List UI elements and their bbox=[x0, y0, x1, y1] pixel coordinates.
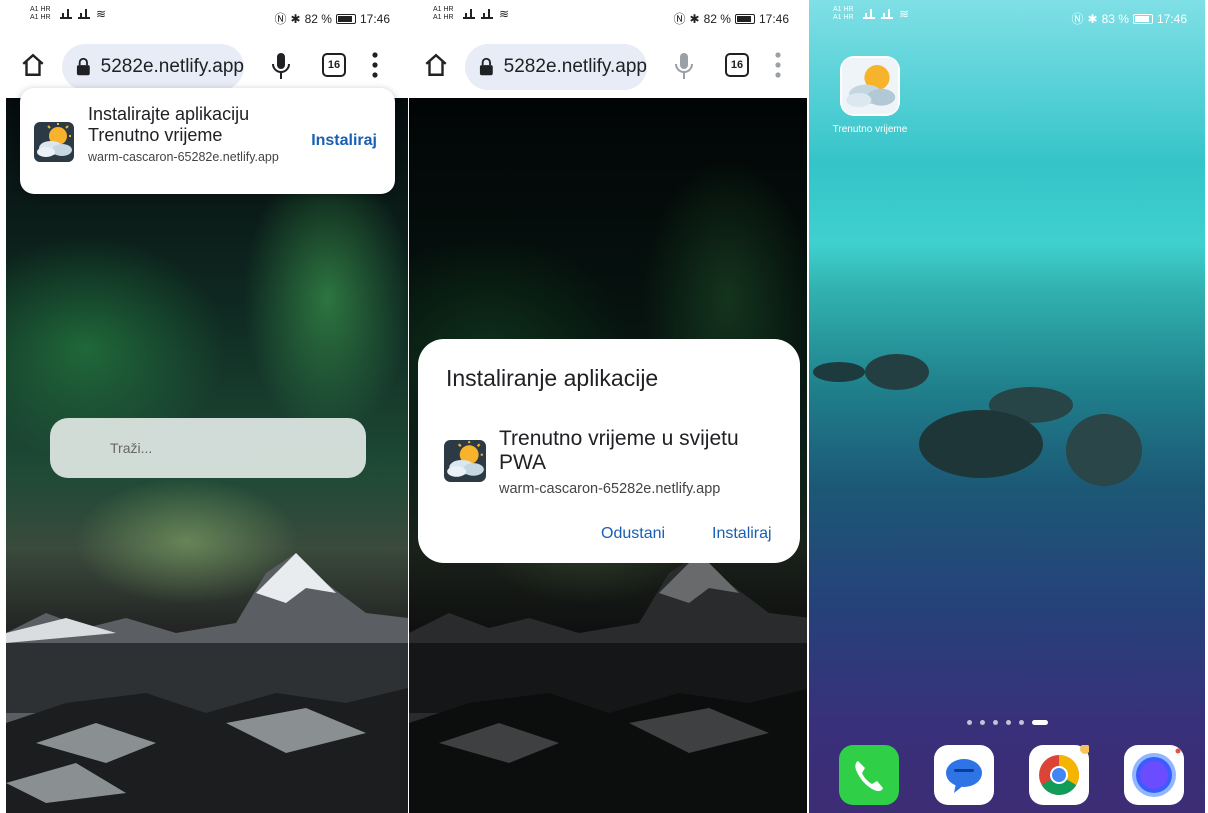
weather-app-icon bbox=[840, 56, 900, 116]
home-icon[interactable] bbox=[20, 52, 46, 78]
page-dot bbox=[980, 720, 985, 725]
app-dock bbox=[839, 745, 1184, 805]
home-app-shortcut[interactable]: Trenutno vrijeme bbox=[829, 56, 911, 135]
clock: 17:46 bbox=[1156, 11, 1187, 26]
battery-icon bbox=[734, 13, 755, 24]
microphone-icon[interactable] bbox=[673, 52, 695, 80]
tab-switcher-button[interactable]: 16 bbox=[322, 53, 346, 77]
signal-icon bbox=[863, 9, 875, 19]
page-dot-active bbox=[1032, 720, 1048, 725]
banner-url: warm-cascaron-65282e.netlify.app bbox=[88, 150, 279, 164]
banner-title: Instalirajte aplikaciju bbox=[88, 104, 250, 124]
wifi-icon: ≋ bbox=[899, 7, 910, 21]
nfc-icon: Ⓝ bbox=[673, 12, 686, 26]
nfc-icon: Ⓝ bbox=[274, 12, 287, 26]
more-menu-icon[interactable] bbox=[370, 52, 380, 78]
phone-screen-install-banner: A1 HR A1 HR ≋ Ⓝ ✱ 82 % 17:46 5282e.netli… bbox=[6, 0, 408, 813]
phone-icon[interactable] bbox=[839, 745, 899, 805]
messages-icon[interactable] bbox=[934, 745, 994, 805]
url-text: 5282e.netlify.app bbox=[100, 56, 244, 77]
battery-percent: 82 % bbox=[703, 11, 731, 26]
wifi-icon: ≋ bbox=[96, 7, 107, 21]
dialog-url: warm-cascaron-65282e.netlify.app bbox=[499, 481, 721, 497]
page-dot bbox=[1006, 720, 1011, 725]
home-icon[interactable] bbox=[423, 52, 449, 78]
signal-icon bbox=[881, 9, 893, 19]
weather-app-icon bbox=[444, 440, 486, 482]
wifi-icon: ≋ bbox=[499, 7, 510, 21]
carrier-label: A1 HR A1 HR bbox=[30, 6, 51, 21]
dialog-app-name: Trenutno vrijeme u svijetu PWA bbox=[499, 427, 739, 474]
browser-toolbar: 5282e.netlify.app 16 bbox=[409, 36, 807, 98]
app-label: Trenutno vrijeme bbox=[832, 124, 908, 135]
page-indicator[interactable] bbox=[967, 720, 1048, 725]
dialog-title: Instaliranje aplikacije bbox=[446, 365, 659, 391]
battery-percent: 82 % bbox=[304, 11, 332, 26]
page-dot bbox=[1019, 720, 1024, 725]
lock-icon bbox=[76, 57, 90, 76]
install-dialog: Instaliranje aplikacije Trenutno vrijeme… bbox=[418, 339, 800, 563]
bluetooth-icon: ✱ bbox=[1087, 11, 1098, 26]
clock: 17:46 bbox=[758, 11, 789, 26]
battery-percent: 83 % bbox=[1101, 11, 1129, 26]
install-button[interactable]: Instaliraj bbox=[311, 132, 377, 150]
more-menu-icon[interactable] bbox=[773, 52, 783, 78]
signal-icon bbox=[463, 9, 475, 19]
search-placeholder: Traži... bbox=[110, 440, 153, 456]
url-text: 5282e.netlify.app bbox=[503, 56, 647, 77]
carrier-label: A1 HR A1 HR bbox=[833, 6, 854, 21]
clock: 17:46 bbox=[359, 11, 390, 26]
weather-app-icon bbox=[34, 122, 74, 162]
status-bar: A1 HR A1 HR ≋ Ⓝ ✱ 82 % 17:46 bbox=[6, 0, 408, 36]
rocks-in-water bbox=[813, 354, 1142, 486]
phone-screen-install-dialog: A1 HR A1 HR ≋ Ⓝ ✱ 82 % 17:46 5282e.netli… bbox=[409, 0, 807, 813]
mountain-landscape bbox=[6, 553, 408, 813]
nfc-icon: Ⓝ bbox=[1071, 12, 1084, 26]
install-banner: Instalirajte aplikaciju Trenutno vrijeme… bbox=[20, 88, 395, 194]
install-button[interactable]: Instaliraj bbox=[712, 525, 772, 543]
browser-icon[interactable] bbox=[1124, 745, 1184, 805]
bluetooth-icon: ✱ bbox=[290, 11, 301, 26]
search-input[interactable]: Traži... bbox=[50, 418, 366, 478]
cancel-button[interactable]: Odustani bbox=[601, 525, 665, 543]
signal-icon bbox=[481, 9, 493, 19]
carrier-label: A1 HR A1 HR bbox=[433, 6, 454, 21]
signal-icon bbox=[60, 9, 72, 19]
chrome-icon[interactable] bbox=[1029, 745, 1089, 805]
microphone-icon[interactable] bbox=[270, 52, 292, 80]
tab-switcher-button[interactable]: 16 bbox=[725, 53, 749, 77]
banner-app-name: Trenutno vrijeme bbox=[88, 125, 223, 145]
address-bar[interactable]: 5282e.netlify.app bbox=[62, 44, 244, 90]
signal-icon bbox=[78, 9, 90, 19]
status-bar: A1 HR A1 HR ≋ Ⓝ ✱ 82 % 17:46 bbox=[409, 0, 807, 36]
address-bar[interactable]: 5282e.netlify.app bbox=[465, 44, 647, 90]
lock-icon bbox=[479, 57, 493, 76]
page-dot bbox=[967, 720, 972, 725]
page-dot bbox=[993, 720, 998, 725]
battery-icon bbox=[335, 13, 356, 24]
phone-home-screen: A1 HR A1 HR ≋ Ⓝ ✱ 83 % 17:46 Trenutno vr… bbox=[809, 0, 1205, 813]
battery-icon bbox=[1132, 13, 1153, 24]
bluetooth-icon: ✱ bbox=[689, 11, 700, 26]
status-bar: A1 HR A1 HR ≋ Ⓝ ✱ 83 % 17:46 bbox=[809, 0, 1205, 36]
